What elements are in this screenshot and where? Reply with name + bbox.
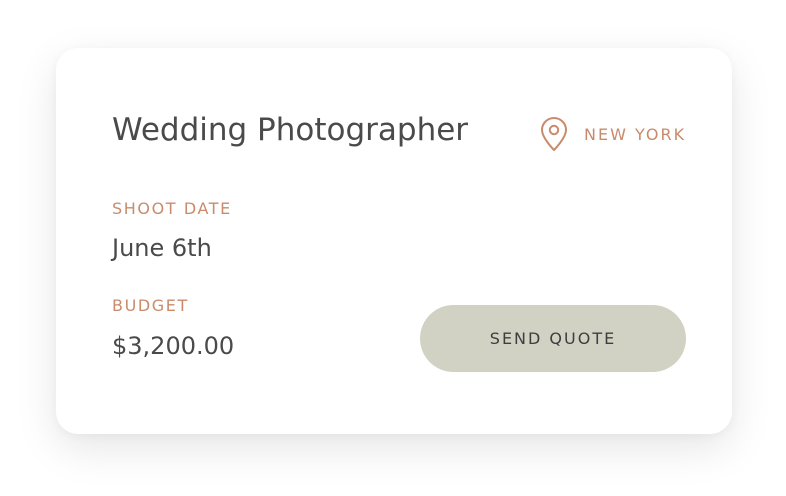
- location-link[interactable]: NEW YORK: [538, 116, 686, 152]
- send-quote-button[interactable]: SEND QUOTE: [420, 305, 686, 372]
- location-label: NEW YORK: [584, 124, 687, 144]
- budget-value: $3,200.00: [112, 332, 235, 360]
- job-title: Wedding Photographer: [112, 112, 469, 148]
- shoot-date-label: SHOOT DATE: [112, 199, 232, 218]
- budget-label: BUDGET: [112, 296, 189, 315]
- job-card: Wedding Photographer NEW YORK SHOOT DATE…: [56, 48, 732, 434]
- shoot-date-value: June 6th: [112, 234, 212, 262]
- map-pin-icon: [538, 116, 570, 152]
